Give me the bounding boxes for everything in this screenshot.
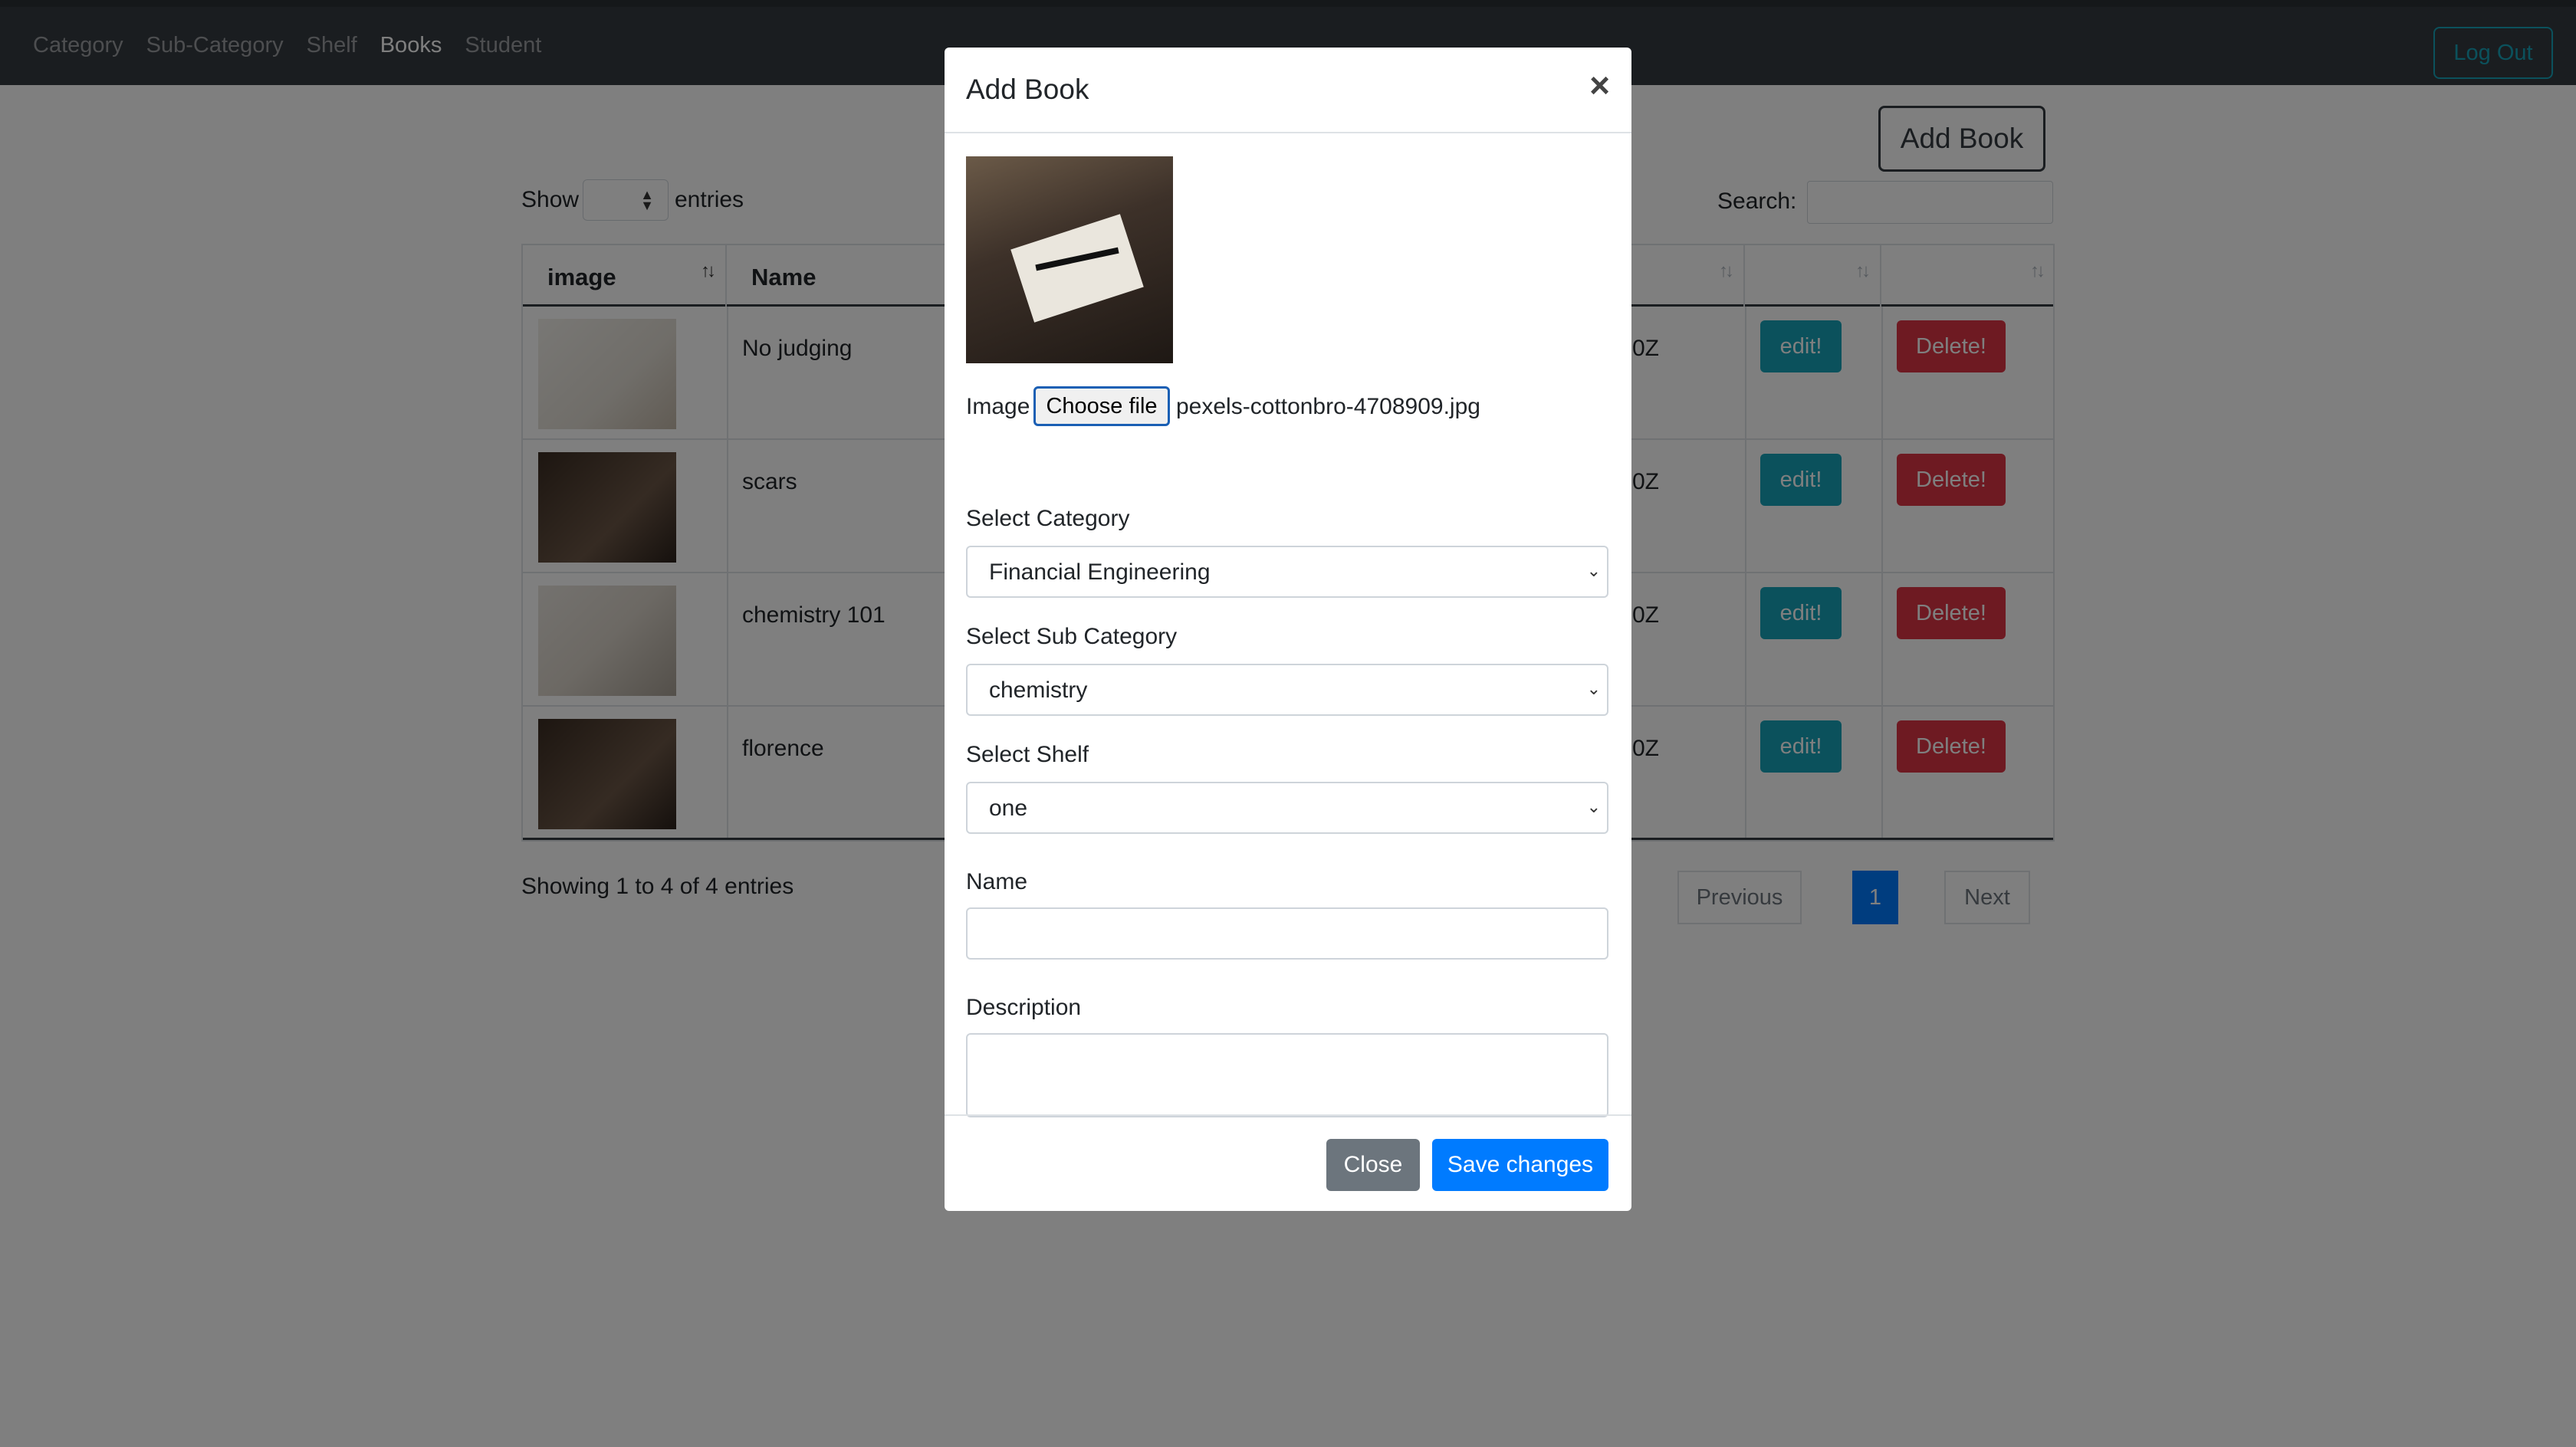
subcategory-select-value: chemistry <box>989 678 1088 703</box>
subcategory-select[interactable]: chemistry ⌄ <box>966 664 1608 716</box>
close-button[interactable]: Close <box>1326 1139 1420 1191</box>
subcategory-label: Select Sub Category <box>966 624 1178 649</box>
chevron-down-icon: ⌄ <box>1586 561 1601 580</box>
chevron-down-icon: ⌄ <box>1586 797 1601 816</box>
category-select[interactable]: Financial Engineering ⌄ <box>966 546 1608 598</box>
save-changes-button[interactable]: Save changes <box>1432 1139 1608 1191</box>
category-select-value: Financial Engineering <box>989 559 1211 585</box>
name-input[interactable] <box>966 907 1608 960</box>
image-label: Image <box>966 394 1030 419</box>
choose-file-button[interactable]: Choose file <box>1033 386 1170 426</box>
chevron-down-icon: ⌄ <box>1586 679 1601 698</box>
name-label: Name <box>966 869 1028 894</box>
close-icon[interactable]: × <box>1589 67 1610 103</box>
image-preview <box>966 156 1173 363</box>
shelf-label: Select Shelf <box>966 742 1089 767</box>
description-textarea[interactable] <box>966 1033 1608 1117</box>
modal-footer: Close Save changes <box>945 1114 1631 1211</box>
selected-file-name: pexels-cottonbro-4708909.jpg <box>1176 394 1480 419</box>
shelf-select-value: one <box>989 796 1028 821</box>
modal-header: Add Book × <box>945 48 1631 133</box>
preview-paper-shape <box>1010 214 1144 323</box>
add-book-modal: Add Book × Image Choose file pexels-cott… <box>945 48 1631 1211</box>
description-label: Description <box>966 995 1082 1020</box>
shelf-select[interactable]: one ⌄ <box>966 782 1608 834</box>
category-label: Select Category <box>966 506 1130 531</box>
modal-title: Add Book <box>966 74 1089 105</box>
